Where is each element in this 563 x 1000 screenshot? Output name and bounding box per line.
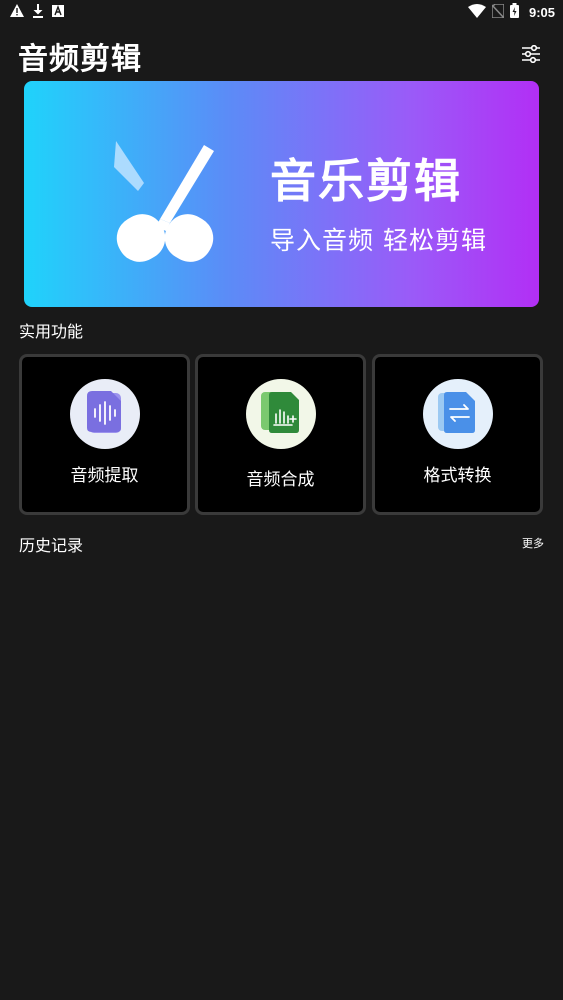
format-convert-label: 格式转换: [423, 466, 492, 486]
functions-heading: 实用功能: [19, 322, 84, 341]
audio-merge-card[interactable]: 音频合成: [195, 354, 366, 515]
font-icon: [52, 4, 64, 20]
app-title: 音频剪辑: [18, 42, 142, 77]
audio-extract-icon-circle: [69, 379, 140, 449]
banner-subtitle: 导入音频 轻松剪辑: [270, 226, 487, 255]
banner-title: 音乐剪辑: [270, 154, 462, 208]
sliders-icon: [521, 44, 541, 67]
status-bar: 9:05: [0, 0, 563, 24]
settings-button[interactable]: [516, 41, 546, 71]
history-more-link[interactable]: 更多: [522, 535, 544, 551]
audio-extract-label: 音频提取: [70, 466, 139, 486]
audio-merge-icon-circle: [245, 379, 316, 449]
status-right-icons: 9:05: [467, 2, 555, 21]
hero-banner[interactable]: 音乐剪辑 导入音频 轻松剪辑: [24, 81, 539, 307]
format-convert-card[interactable]: 格式转换: [372, 354, 543, 515]
audio-merge-label: 音频合成: [246, 470, 315, 490]
download-icon: [32, 3, 44, 21]
wifi-icon: [467, 3, 486, 21]
audio-merge-file-icon: [260, 390, 301, 438]
warning-icon: [10, 4, 24, 20]
no-sim-icon: [491, 2, 505, 21]
convert-file-icon: [437, 390, 478, 438]
status-time: 9:05: [528, 4, 555, 20]
audio-wave-file-icon: [85, 390, 125, 438]
history-heading: 历史记录: [19, 536, 84, 555]
app-header: 音频剪辑: [18, 36, 546, 77]
battery-icon: [509, 3, 519, 21]
scissors-icon: [108, 139, 218, 273]
format-convert-icon-circle: [422, 379, 493, 449]
status-left-icons: [10, 3, 64, 21]
audio-extract-card[interactable]: 音频提取: [19, 354, 190, 515]
